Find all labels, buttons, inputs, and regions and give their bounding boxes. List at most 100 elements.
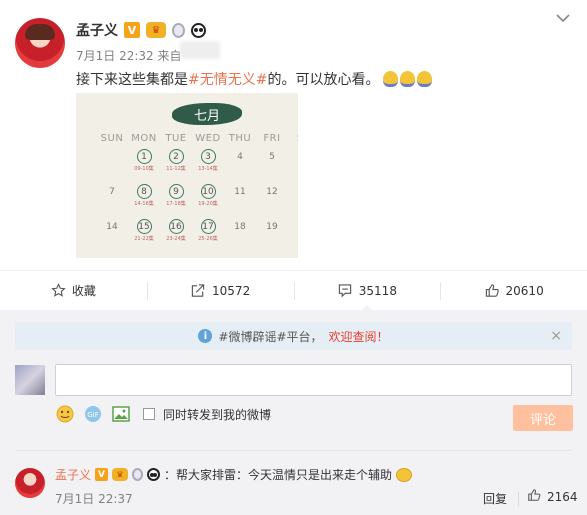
- calendar-day-note: 25-26集: [198, 236, 218, 242]
- chevron-down-icon[interactable]: [556, 14, 572, 26]
- medal-badge-icon[interactable]: [172, 22, 185, 38]
- post-text: 接下来这些集都是 #无情无义# 的。可以放心看。: [76, 69, 433, 89]
- weibo-post: 孟子义 V ♛ 7月1日 22:32 来自 接下来这些集都是 #无情无义# 的。…: [0, 0, 587, 270]
- post-meta: 7月1日 22:32 来自: [76, 47, 182, 64]
- favorite-label: 收藏: [71, 284, 96, 298]
- calendar-day-note: 23-24集: [166, 236, 186, 242]
- calendar-day-number: 17: [200, 219, 216, 234]
- post-time[interactable]: 7月1日 22:32: [76, 49, 154, 63]
- gif-icon[interactable]: GIF: [83, 404, 103, 424]
- calendar-day: 2 11-12集: [160, 149, 192, 184]
- medal-badge-icon[interactable]: [132, 468, 144, 481]
- weekday-label: TUE: [165, 133, 187, 144]
- calendar-day-number: [297, 219, 299, 234]
- calendar-day-number: 3: [200, 149, 216, 164]
- calendar-day: [288, 149, 298, 184]
- commenter-name[interactable]: 孟子义: [55, 466, 91, 483]
- like-count: 20610: [505, 283, 544, 298]
- comment-text: ：帮大家排雷：今天温情只是出来走个辅助: [164, 468, 393, 482]
- calendar-day: 5: [256, 149, 288, 184]
- calendar-day-number: 2: [168, 149, 184, 164]
- calendar-day-number: 8: [136, 184, 152, 199]
- calendar-day: 3 13-14集: [192, 149, 224, 184]
- calendar-day-number: 11: [234, 186, 246, 197]
- image-upload-icon[interactable]: [111, 404, 131, 424]
- laugh-emoji-icon: [396, 467, 413, 482]
- calendar-day: 16 23-24集: [160, 219, 192, 254]
- calendar-week: 1 09-10集 2 11-12集 3 13-14集 4 5: [96, 149, 298, 184]
- weekday-label: SA: [288, 133, 298, 144]
- author-avatar[interactable]: [15, 18, 65, 68]
- calendar-day-note: 19-20集: [198, 201, 218, 207]
- calendar-day-note: 14-16集: [134, 201, 154, 207]
- tongue-emoji-icon: [417, 71, 433, 87]
- emoji-icon[interactable]: [55, 404, 75, 424]
- notice-text[interactable]: #微博辟谣#平台，: [218, 328, 322, 345]
- comments-section: i #微博辟谣#平台， 欢迎查阅！ × GIF 同时转发到我的微博 评论 孟子义…: [0, 310, 587, 515]
- calendar-day: 12: [256, 184, 288, 219]
- calendar-day: [288, 219, 298, 254]
- crown-badge-icon[interactable]: ♛: [146, 22, 166, 38]
- calendar-day: 4: [224, 149, 256, 184]
- calendar-day-number: [105, 149, 120, 164]
- like-button[interactable]: 20610: [440, 271, 587, 310]
- calendar-week: 14 15 21-22集 16 23-24集 17 25-26集 18 19: [96, 219, 298, 254]
- star-icon: [51, 283, 66, 298]
- repost-checkbox-label[interactable]: 同时转发到我的微博: [163, 406, 271, 423]
- comment-button[interactable]: 35118: [293, 271, 441, 311]
- comment-like-count: 2164: [547, 489, 578, 504]
- commenter-avatar[interactable]: [15, 468, 45, 498]
- tongue-emoji-icon: [383, 71, 399, 87]
- calendar-day: 14: [96, 219, 128, 254]
- calendar-day-number: 9: [168, 184, 184, 199]
- weekday-label: WED: [195, 133, 221, 144]
- calendar-day: 9 17-18集: [160, 184, 192, 219]
- weekday-label: MON: [131, 133, 157, 144]
- notice-link[interactable]: 欢迎查阅！: [329, 328, 389, 345]
- calendar-day: 10 19-20集: [192, 184, 224, 219]
- my-avatar: [15, 365, 45, 395]
- repost-button[interactable]: 10572: [146, 271, 294, 310]
- hashtag-link[interactable]: #无情无义#: [188, 69, 267, 89]
- calendar-day-number: 19: [266, 221, 278, 232]
- author-name[interactable]: 孟子义: [76, 20, 118, 40]
- comment-item: 孟子义 V ♛ ：帮大家排雷：今天温情只是出来走个辅助: [55, 466, 413, 483]
- calendar-day-note: 21-22集: [134, 236, 154, 242]
- verified-badge-icon[interactable]: V: [95, 468, 109, 481]
- author-row: 孟子义 V ♛: [76, 20, 206, 40]
- calendar-day: 15 21-22集: [128, 219, 160, 254]
- comment-like-button[interactable]: 2164: [527, 488, 578, 505]
- calendar-title: 七月: [172, 103, 242, 125]
- verified-badge-icon[interactable]: V: [124, 22, 140, 38]
- close-icon[interactable]: ×: [550, 328, 562, 344]
- repost-checkbox[interactable]: [143, 408, 155, 420]
- comment-count: 35118: [358, 283, 397, 298]
- calendar-day-number: 18: [234, 221, 246, 232]
- info-icon: i: [198, 329, 213, 343]
- calendar-day: 1 09-10集: [128, 149, 160, 184]
- crown-badge-icon[interactable]: ♛: [112, 468, 129, 481]
- divider: [518, 492, 519, 506]
- calendar-day: 17 25-26集: [192, 219, 224, 254]
- panda-badge-icon[interactable]: [147, 468, 161, 481]
- calendar-day: 11: [224, 184, 256, 219]
- share-icon: [190, 283, 206, 298]
- calendar-day: 19: [256, 219, 288, 254]
- calendar-day-number: [297, 184, 299, 199]
- calendar-day: [96, 149, 128, 184]
- favorite-button[interactable]: 收藏: [0, 271, 147, 310]
- post-action-bar: 收藏 10572 35118 20610: [0, 270, 587, 311]
- calendar-day-note: 11-12集: [166, 166, 186, 172]
- reply-button[interactable]: 回复: [483, 490, 507, 507]
- calendar-day: [288, 184, 298, 219]
- post-image[interactable]: 七月 SUN MON TUE WED THU FRI SA 1 09-10集 2 11…: [76, 93, 298, 258]
- calendar-day-number: 16: [168, 219, 184, 234]
- panda-badge-icon[interactable]: [191, 22, 206, 38]
- submit-comment-button[interactable]: 评论: [513, 405, 573, 431]
- post-text-after: 的。可以放心看。: [267, 72, 380, 88]
- calendar-day: 7: [96, 184, 128, 219]
- comment-input[interactable]: [55, 364, 572, 396]
- calendar-day-number: 14: [106, 221, 118, 232]
- post-text-before: 接下来这些集都是: [76, 72, 188, 88]
- calendar-day-note: 17-18集: [166, 201, 186, 207]
